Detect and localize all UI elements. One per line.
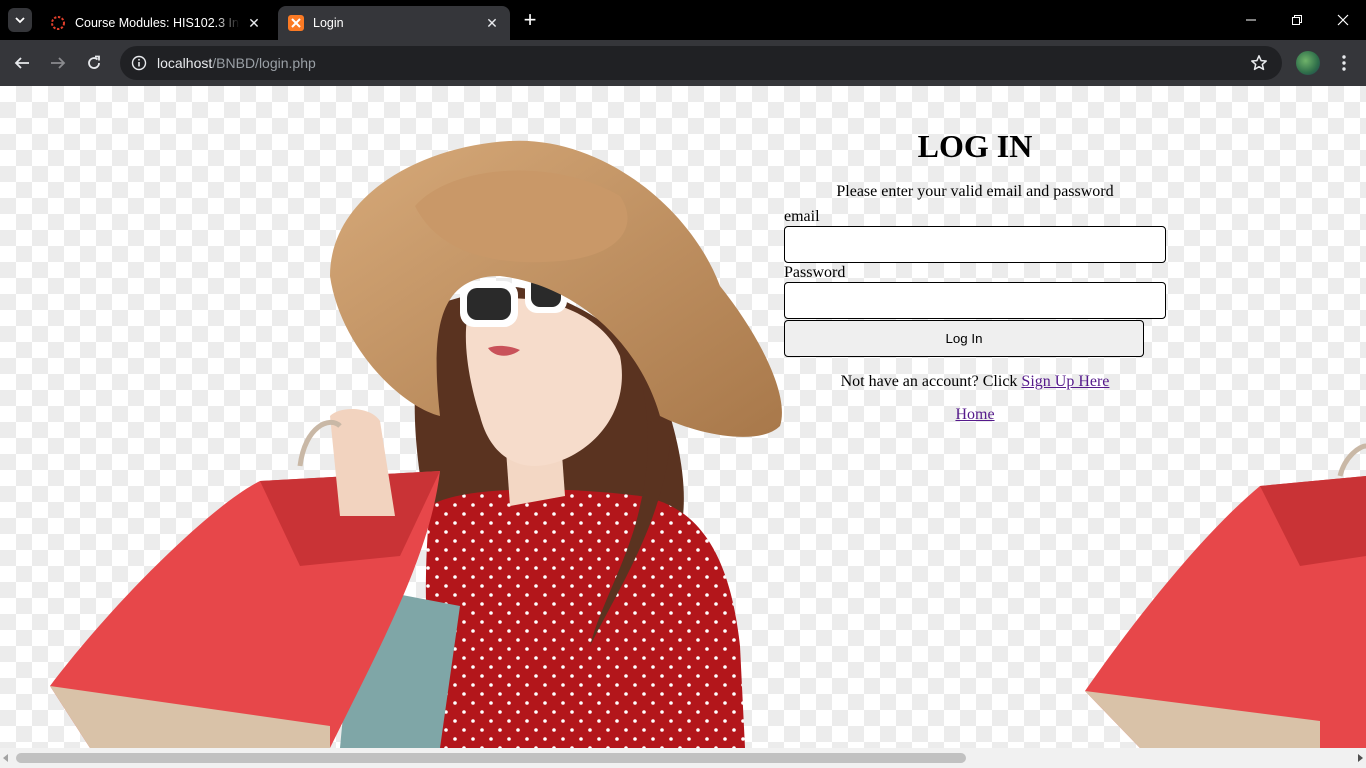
horizontal-scrollbar[interactable] <box>0 748 1366 768</box>
password-field[interactable] <box>784 282 1166 319</box>
forward-button[interactable] <box>42 47 74 79</box>
login-form: LOG IN Please enter your valid email and… <box>784 126 1166 424</box>
signup-prompt-text: Not have an account? Click <box>840 373 1022 390</box>
close-tab-icon[interactable]: ✕ <box>484 15 500 31</box>
signup-prompt: Not have an account? Click Sign Up Here <box>784 373 1166 391</box>
reload-icon <box>88 55 100 69</box>
close-tab-icon[interactable]: ✕ <box>246 15 262 31</box>
profile-avatar[interactable] <box>1296 51 1320 75</box>
arrow-left-icon <box>14 57 29 69</box>
home-link[interactable]: Home <box>955 406 994 423</box>
url-text: localhost/BNBD/login.php <box>157 55 316 71</box>
bookmark-star-icon[interactable] <box>1248 52 1270 74</box>
tab-title: Login <box>313 16 344 30</box>
close-icon <box>1337 14 1349 26</box>
tab-search-button[interactable] <box>8 8 32 32</box>
email-field[interactable] <box>784 226 1166 263</box>
scroll-left-icon[interactable] <box>3 754 8 762</box>
tab-strip: Course Modules: HIS102.3 Introduction ✕ … <box>0 0 1366 40</box>
tab-title: Course Modules: HIS102.3 Introduction <box>75 16 240 30</box>
tab-login[interactable]: Login ✕ <box>278 6 510 40</box>
password-label: Password <box>784 264 846 281</box>
canvas-lms-icon <box>50 15 66 31</box>
shopping-bag-image <box>1085 443 1366 748</box>
signup-link[interactable]: Sign Up Here <box>1021 373 1109 390</box>
scrollbar-thumb[interactable] <box>16 753 966 763</box>
url-path: /BNBD/login.php <box>212 55 316 71</box>
more-vertical-icon <box>1342 55 1346 71</box>
page-viewport: LOG IN Please enter your valid email and… <box>0 86 1366 768</box>
woman-shopping-hat-image <box>50 140 782 748</box>
restore-window-button[interactable] <box>1274 0 1320 40</box>
reload-button[interactable] <box>78 47 110 79</box>
new-tab-button[interactable]: + <box>518 9 542 33</box>
site-info-icon[interactable] <box>128 52 150 74</box>
url-host: localhost <box>157 55 213 71</box>
login-button[interactable]: Log In <box>784 320 1144 357</box>
browser-menu-button[interactable] <box>1330 49 1358 77</box>
email-label: email <box>784 208 820 225</box>
back-button[interactable] <box>6 47 38 79</box>
login-instructions: Please enter your valid email and passwo… <box>836 183 1114 200</box>
minimize-icon <box>1246 19 1256 21</box>
close-window-button[interactable] <box>1320 0 1366 40</box>
browser-toolbar: localhost/BNBD/login.php <box>0 40 1366 86</box>
xampp-icon <box>288 15 304 31</box>
minimize-window-button[interactable] <box>1228 0 1274 40</box>
scroll-right-icon[interactable] <box>1358 754 1363 762</box>
tab-course-modules[interactable]: Course Modules: HIS102.3 Introduction ✕ <box>40 6 272 40</box>
address-bar[interactable]: localhost/BNBD/login.php <box>120 46 1282 80</box>
restore-icon <box>1292 15 1302 25</box>
page-title: LOG IN <box>917 128 1033 164</box>
home-line: Home <box>784 406 1166 424</box>
chevron-down-icon <box>15 17 25 24</box>
arrow-right-icon <box>51 57 66 69</box>
